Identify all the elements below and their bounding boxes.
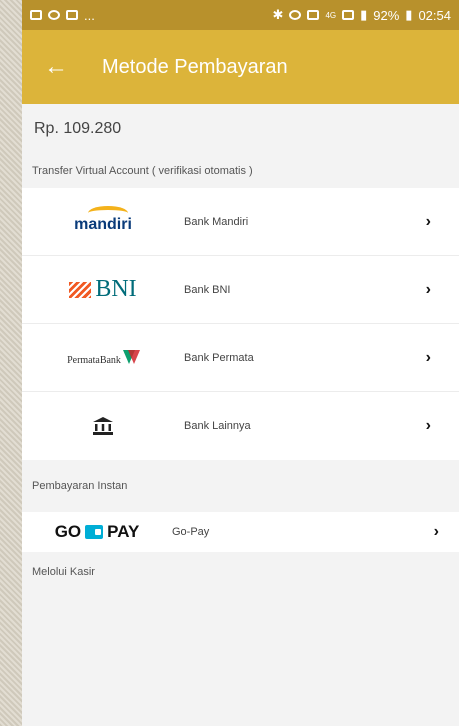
gopay-logo-go: GO: [54, 522, 82, 541]
bni-mark-icon: [69, 281, 92, 298]
permata-logo: PermataBank: [22, 349, 184, 366]
status-left: ...: [30, 8, 95, 23]
list-item-bank-lainnya[interactable]: Bank Lainnya ›: [22, 392, 459, 460]
status-bar: ... ✱ 4G ▮ 92% ▮ 02:54: [22, 0, 459, 30]
chevron-right-icon: ›: [425, 212, 431, 230]
bluetooth-icon: ✱: [272, 7, 284, 22]
status-right: ✱ 4G ▮ 92% ▮ 02:54: [273, 7, 451, 23]
list-item-bank-permata[interactable]: PermataBank Bank Permata ›: [22, 324, 459, 392]
bank-name: Bank Lainnya: [184, 420, 251, 432]
list-item-bank-bni[interactable]: BNI Bank BNI ›: [22, 256, 459, 324]
list-item-bank-mandiri[interactable]: mandiri Bank Mandiri ›: [22, 188, 459, 256]
more-notifications: ...: [84, 7, 95, 23]
battery-icon: ▮: [405, 7, 413, 22]
bank-name: Bank Permata: [184, 351, 254, 364]
background-texture: [0, 0, 22, 726]
gopay-logo-pay: PAY: [107, 522, 140, 541]
phone-screen: ... ✱ 4G ▮ 92% ▮ 02:54 ← Metode Pembayar…: [22, 0, 459, 726]
clock: 02:54: [418, 7, 451, 23]
battery-percent: 92%: [373, 7, 400, 23]
bni-logo-text: BNI: [95, 276, 137, 302]
wifi-icon: [342, 10, 355, 20]
gallery-icon: [66, 10, 78, 20]
page-title: Metode Pembayaran: [102, 55, 288, 78]
notification-icon: [30, 10, 42, 20]
bank-building-icon: [22, 416, 184, 436]
section-instant-payment: Pembayaran Instan: [32, 480, 128, 492]
bank-list: mandiri Bank Mandiri › BNI Bank BNI › Pe…: [22, 188, 459, 460]
alarm-icon: [289, 10, 302, 20]
bank-name: Bank BNI: [184, 283, 231, 296]
permata-mark-icon: [122, 349, 140, 366]
gopay-logo: GO PAY: [22, 522, 172, 542]
list-item-gopay[interactable]: GO PAY Go-Pay ›: [22, 512, 459, 552]
payment-name: Go-Pay: [172, 526, 210, 538]
signal-icon: ▮: [360, 7, 368, 22]
bni-logo: BNI: [22, 276, 184, 303]
section-virtual-account: Transfer Virtual Account ( verifikasi ot…: [32, 165, 253, 177]
mandiri-wave-icon: [88, 205, 129, 220]
bank-name: Bank Mandiri: [184, 215, 249, 228]
mandiri-logo: mandiri: [22, 205, 184, 234]
network-type: 4G: [325, 10, 337, 20]
permata-logo-text: PermataBank: [67, 354, 121, 366]
instant-payment-list: GO PAY Go-Pay ›: [22, 512, 459, 552]
vibrate-icon: [307, 10, 320, 20]
chevron-right-icon: ›: [425, 417, 431, 434]
chevron-right-icon: ›: [425, 348, 431, 366]
back-arrow-icon[interactable]: ←: [44, 53, 102, 81]
app-bar: ← Metode Pembayaran: [22, 30, 459, 104]
whatsapp-icon: [48, 10, 60, 20]
section-cashier: Melolui Kasir: [32, 566, 95, 578]
chevron-right-icon: ›: [425, 280, 431, 298]
gopay-wallet-icon: [85, 525, 104, 539]
total-amount: Rp. 109.280: [34, 120, 122, 137]
chevron-right-icon: ›: [433, 523, 439, 540]
